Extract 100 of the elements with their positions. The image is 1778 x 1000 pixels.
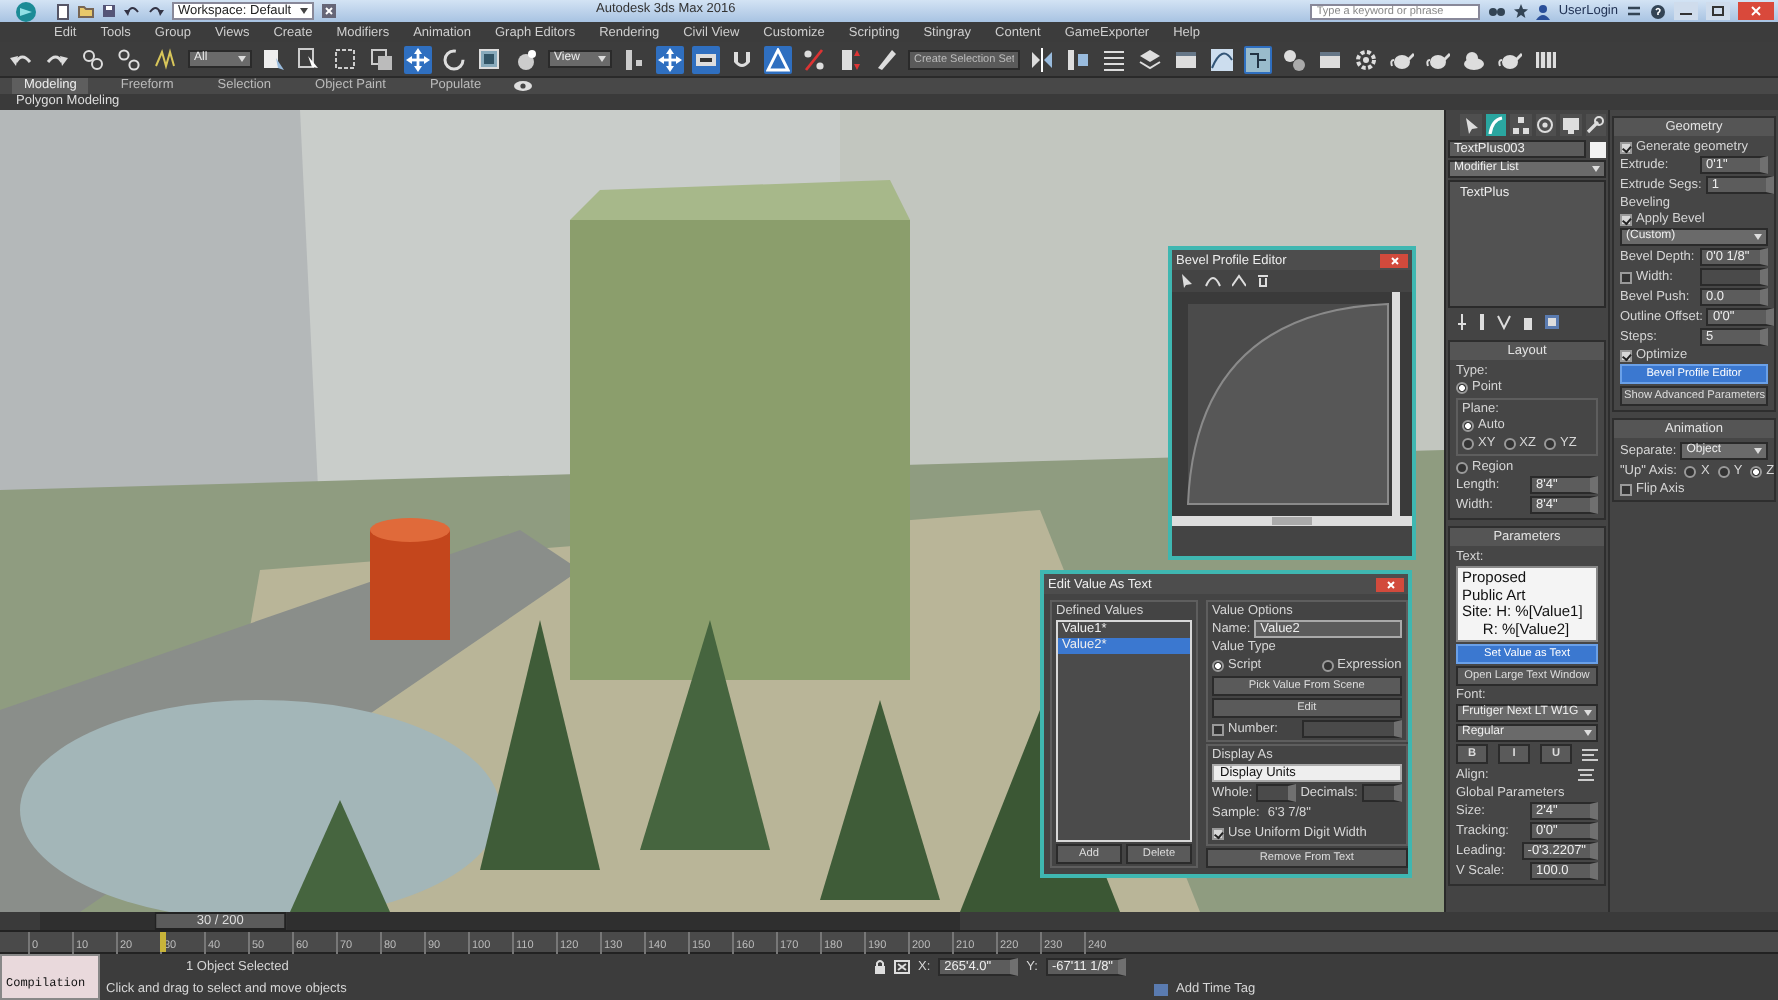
close-icon [1385, 579, 1395, 589]
arc-icon[interactable] [1204, 274, 1222, 288]
magnet-icon [730, 47, 754, 71]
cursor-icon[interactable] [1180, 274, 1194, 288]
panel-tab[interactable] [1585, 114, 1606, 136]
toolbar-button[interactable] [620, 45, 648, 73]
film-icon [1534, 47, 1558, 71]
teapot-icon [1426, 47, 1450, 71]
toolbar-button[interactable] [1028, 45, 1056, 73]
toolbar-button[interactable] [296, 45, 324, 73]
material-icon [1282, 47, 1306, 71]
cursor-icon [298, 47, 322, 71]
toolbar-button[interactable] [1280, 45, 1308, 73]
help-icon[interactable] [1650, 3, 1666, 19]
toolbar-button[interactable] [1064, 45, 1092, 73]
toolbar-button[interactable] [332, 45, 360, 73]
align-icon [1066, 47, 1090, 71]
lines-icon [1582, 747, 1598, 761]
rectangle-icon [334, 47, 358, 71]
list-cursor-icon [262, 47, 286, 71]
window-icon [1174, 47, 1198, 71]
curve-icon [1210, 47, 1234, 71]
cloud-icon [1462, 47, 1486, 71]
mirror-icon [1030, 47, 1054, 71]
save-icon [102, 4, 116, 18]
lock-icon[interactable] [874, 959, 886, 974]
rotate-icon [442, 47, 466, 71]
folder-icon [78, 4, 94, 18]
toolbar-button[interactable] [1136, 45, 1164, 73]
minimize-icon[interactable] [1674, 2, 1698, 20]
pencil-icon [874, 47, 898, 71]
undo-icon [124, 4, 140, 18]
binoculars-icon[interactable] [1488, 4, 1507, 18]
toolbar-button[interactable] [476, 45, 504, 73]
toolbar-button[interactable] [440, 45, 468, 73]
close-button[interactable] [1380, 253, 1408, 267]
toolbar-button[interactable] [1244, 45, 1272, 73]
close-icon [1389, 255, 1399, 265]
unlink-icon [118, 47, 142, 71]
angle-icon [766, 47, 790, 71]
delete-point-icon[interactable] [1256, 274, 1270, 288]
panel-tab[interactable] [1510, 114, 1531, 136]
close-icon[interactable] [1738, 2, 1774, 20]
layers-icon [1138, 47, 1162, 71]
panel-tab[interactable] [1535, 114, 1556, 136]
spinner-icon [838, 47, 862, 71]
list-icon [1102, 47, 1126, 71]
redo-icon [148, 4, 164, 18]
toolbar-button[interactable] [404, 45, 432, 73]
insert-point-icon[interactable] [1232, 274, 1246, 288]
pointer-icon [1461, 116, 1480, 134]
panel-tab[interactable] [1560, 114, 1581, 136]
toolbar-button[interactable] [800, 45, 828, 73]
motion-icon [1536, 116, 1555, 134]
maximize-icon[interactable] [1706, 2, 1730, 20]
toolbar-button[interactable] [692, 45, 720, 73]
toolbar-button[interactable] [260, 45, 288, 73]
schematic-icon [1246, 47, 1270, 71]
star-icon[interactable] [1514, 4, 1529, 18]
toolbar-button[interactable] [116, 45, 144, 73]
crossing-icon [370, 47, 394, 71]
monitor-icon [1561, 116, 1580, 134]
current-frame-marker [160, 932, 166, 952]
toolbar-button[interactable] [1208, 45, 1236, 73]
toolbar-button[interactable] [368, 45, 396, 73]
color-swatch[interactable] [1590, 141, 1606, 157]
spinner-field[interactable] [1361, 784, 1402, 802]
close-icon[interactable] [321, 4, 336, 18]
spring-icon [154, 47, 178, 71]
hierarchy-icon [1511, 116, 1530, 134]
close-button[interactable] [1376, 577, 1404, 591]
pivot-icon [622, 47, 646, 71]
user-icon [1536, 3, 1551, 19]
move-icon [406, 47, 430, 71]
link-icon [82, 47, 106, 71]
toolbar-button[interactable] [1352, 45, 1380, 73]
bar-icon[interactable] [1478, 314, 1486, 330]
toolbar-button[interactable] [512, 45, 540, 73]
teapot-icon [1390, 47, 1414, 71]
pin-icon[interactable] [1456, 314, 1468, 330]
eye-icon[interactable] [513, 80, 532, 92]
spinner-field[interactable] [1301, 720, 1402, 738]
sphere-icon [514, 47, 538, 71]
spinner-field[interactable] [1256, 784, 1297, 802]
align-icon [1578, 768, 1598, 782]
scrollbar-icon [1172, 516, 1412, 526]
spinner-field[interactable] [1700, 268, 1768, 286]
move-icon [658, 47, 682, 71]
toolbar-button[interactable] [836, 45, 864, 73]
toolbar-button[interactable] [80, 45, 108, 73]
scale-icon [478, 47, 502, 71]
gear-icon [1354, 47, 1378, 71]
toolbar-button[interactable] [1100, 45, 1128, 73]
toolbar-button[interactable] [656, 45, 684, 73]
panel-tab[interactable] [1460, 114, 1481, 136]
window-icon [1318, 47, 1342, 71]
tag-icon [1154, 983, 1168, 996]
toolbar-button[interactable] [152, 45, 180, 73]
teapot-icon [1498, 47, 1522, 71]
new-file-icon [56, 3, 70, 19]
